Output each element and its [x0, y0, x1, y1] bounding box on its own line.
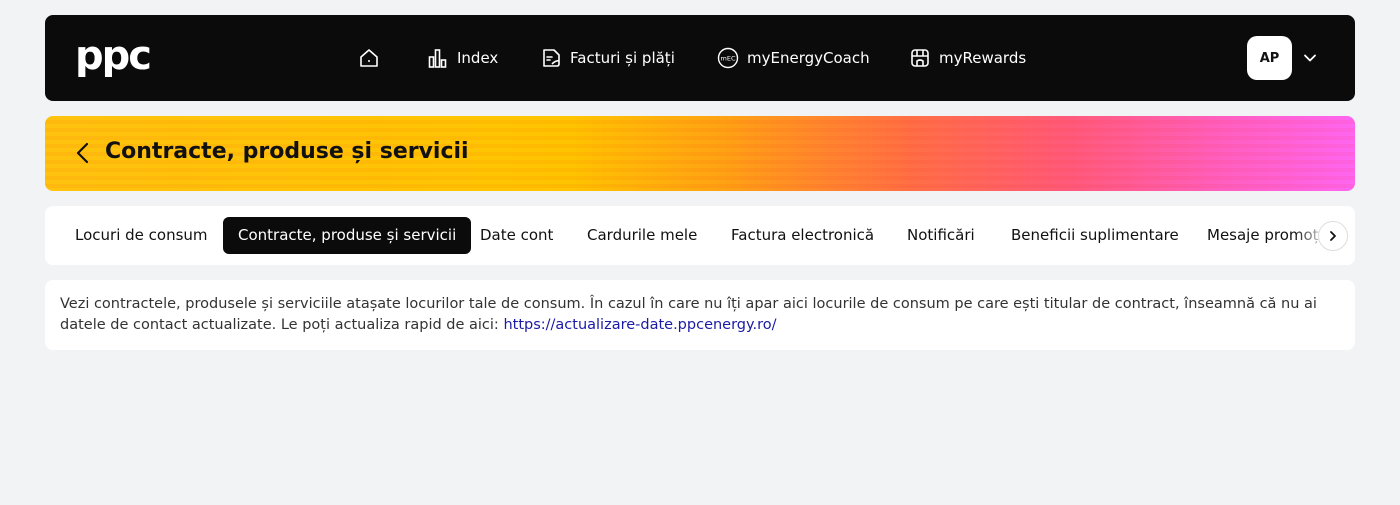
nav-facturi-label: Facturi și plăți	[570, 49, 675, 67]
chevron-right-icon	[1330, 231, 1336, 241]
nav-myenergycoach-label: myEnergyCoach	[747, 49, 870, 67]
svg-text:ppc: ppc	[75, 39, 150, 77]
user-avatar[interactable]: AP	[1247, 36, 1292, 80]
nav-myrewards-label: myRewards	[939, 49, 1027, 67]
tab-beneficii-suplimentare[interactable]: Beneficii suplimentare	[1011, 217, 1179, 254]
page-header-banner: Contracte, produse și servicii	[45, 116, 1355, 191]
nav-index-label: Index	[457, 49, 499, 67]
invoice-icon	[543, 49, 560, 67]
chevron-down-icon[interactable]	[1303, 51, 1317, 65]
tab-notificari[interactable]: Notificări	[907, 217, 975, 254]
tab-date-cont[interactable]: Date cont	[480, 217, 553, 254]
page-title: Contracte, produse și servicii	[105, 139, 469, 164]
tabs-scroll-right-button[interactable]	[1318, 221, 1348, 251]
home-icon	[360, 49, 378, 67]
tab-locuri-de-consum[interactable]: Locuri de consum	[75, 217, 208, 254]
nav-myrewards[interactable]: myRewards	[909, 15, 1026, 101]
tab-contracte-produse-servicii[interactable]: Contracte, produse și servicii	[223, 217, 472, 254]
back-arrow-icon[interactable]	[75, 142, 91, 164]
nav-home[interactable]	[358, 15, 380, 101]
tab-cardurile-mele[interactable]: Cardurile mele	[587, 217, 697, 254]
avatar-initials: AP	[1259, 50, 1280, 66]
account-tabs: Locuri de consum Contracte, produse și s…	[45, 206, 1355, 265]
info-message: Vezi contractele, produsele și serviciil…	[45, 280, 1355, 350]
bar-chart-icon	[428, 49, 447, 68]
nav-facturi[interactable]: Facturi și plăți	[540, 15, 675, 101]
rewards-icon	[911, 49, 929, 67]
energy-coach-icon: mEC	[717, 47, 739, 69]
nav-myenergycoach[interactable]: mEC myEnergyCoach	[717, 15, 870, 101]
update-data-link[interactable]: https://actualizare-date.ppcenergy.ro/	[503, 317, 776, 333]
nav-index[interactable]: Index	[427, 15, 498, 101]
tab-factura-electronica[interactable]: Factura electronică	[731, 217, 874, 254]
svg-text:mEC: mEC	[721, 55, 736, 63]
top-navigation-bar: ppc Index Facturi și plăți mEC myEnergyC…	[45, 15, 1355, 101]
ppc-logo[interactable]: ppc	[75, 39, 167, 77]
